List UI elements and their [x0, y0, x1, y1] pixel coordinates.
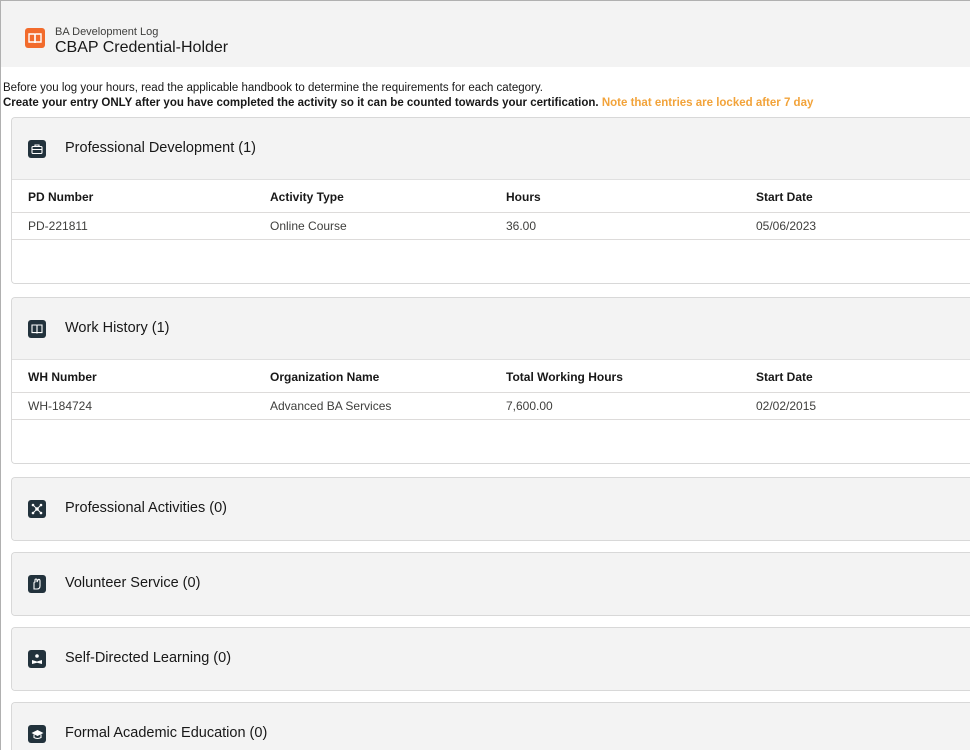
record-number[interactable]: WH-184724 [28, 399, 92, 413]
card-header[interactable]: Work History (1) [12, 298, 970, 360]
card-header[interactable]: Professional Activities (0) [12, 478, 970, 540]
volunteer-service-card: Volunteer Service (0) [11, 552, 970, 616]
work-history-card: Work History (1) WH Number Organization … [11, 297, 970, 464]
intro-instruction-text: Create your entry ONLY after you have co… [3, 97, 599, 109]
card-header[interactable]: Self-Directed Learning (0) [12, 628, 970, 690]
table-row[interactable]: WH-184724 Advanced BA Services 7,600.00 … [12, 393, 970, 420]
intro-text: Before you log your hours, read the appl… [3, 82, 543, 94]
card-title[interactable]: Formal Academic Education (0) [65, 725, 267, 741]
card-header[interactable]: Volunteer Service (0) [12, 553, 970, 615]
column-header[interactable]: WH Number [28, 370, 97, 384]
object-label: BA Development Log [55, 26, 159, 38]
card-title[interactable]: Volunteer Service (0) [65, 575, 200, 591]
table-header: WH Number Organization Name Total Workin… [12, 360, 970, 393]
table-cell: 05/06/2023 [756, 219, 817, 233]
intro-instruction: Create your entry ONLY after you have co… [3, 97, 813, 109]
card-title[interactable]: Self-Directed Learning (0) [65, 650, 231, 666]
table-cell: 02/02/2015 [756, 399, 817, 413]
card-header[interactable]: Formal Academic Education (0) [12, 703, 970, 750]
page-title: CBAP Credential-Holder [55, 39, 229, 56]
person-reading-icon [28, 650, 46, 668]
column-header[interactable]: Start Date [756, 190, 813, 204]
briefcase-icon [28, 140, 46, 158]
lock-warning: Note that entries are locked after 7 day [601, 97, 814, 109]
page-header: BA Development Log CBAP Credential-Holde… [1, 1, 970, 67]
column-header[interactable]: Activity Type [270, 190, 344, 204]
table-cell: Online Course [270, 219, 347, 233]
column-header[interactable]: Organization Name [270, 370, 379, 384]
card-footer [12, 240, 970, 283]
record-number[interactable]: PD-221811 [28, 219, 88, 233]
card-title[interactable]: Professional Activities (0) [65, 500, 227, 516]
book-icon [28, 320, 46, 338]
table-cell: 36.00 [506, 219, 537, 233]
book-open-icon [25, 28, 45, 48]
graduation-cap-icon [28, 725, 46, 743]
formal-academic-education-card: Formal Academic Education (0) [11, 702, 970, 750]
raised-hand-icon [28, 575, 46, 593]
column-header[interactable]: Start Date [756, 370, 813, 384]
table-row[interactable]: PD-221811 Online Course 36.00 05/06/2023 [12, 213, 970, 240]
card-title[interactable]: Work History (1) [65, 320, 169, 336]
app-frame: BA Development Log CBAP Credential-Holde… [0, 0, 970, 750]
self-directed-learning-card: Self-Directed Learning (0) [11, 627, 970, 691]
table-cell: 7,600.00 [506, 399, 553, 413]
column-header[interactable]: Hours [506, 190, 541, 204]
column-header[interactable]: Total Working Hours [506, 370, 623, 384]
professional-development-card: Professional Development (1) PD Number A… [11, 117, 970, 284]
network-icon [28, 500, 46, 518]
table-cell: Advanced BA Services [270, 399, 392, 413]
column-header[interactable]: PD Number [28, 190, 93, 204]
card-title[interactable]: Professional Development (1) [65, 140, 256, 156]
card-footer [12, 420, 970, 463]
table-header: PD Number Activity Type Hours Start Date [12, 180, 970, 213]
professional-activities-card: Professional Activities (0) [11, 477, 970, 541]
card-header[interactable]: Professional Development (1) [12, 118, 970, 180]
